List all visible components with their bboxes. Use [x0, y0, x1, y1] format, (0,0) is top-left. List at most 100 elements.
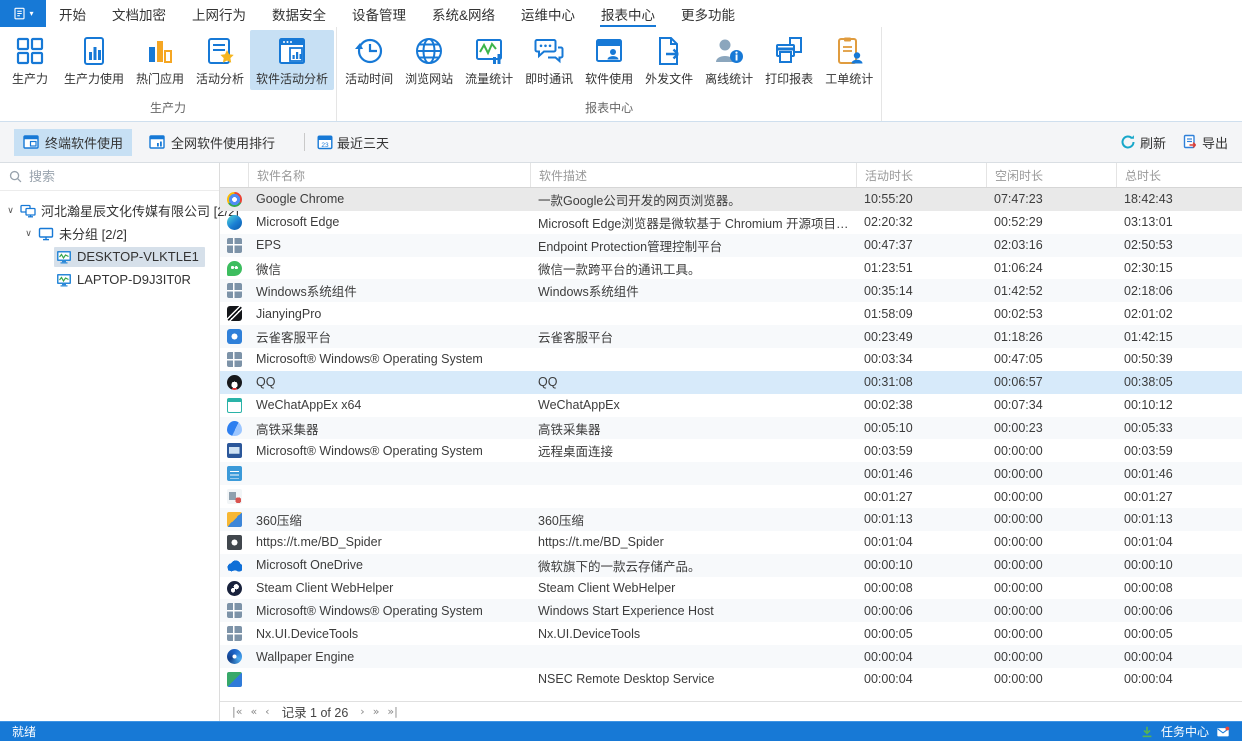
table-row[interactable]: WeChatAppEx x64WeChatAppEx00:02:3800:07:… [220, 394, 1242, 417]
table-row[interactable]: 00:01:2700:00:0000:01:27 [220, 485, 1242, 508]
ribbon-button-instant-messaging[interactable]: 即时通讯 [519, 30, 579, 90]
ribbon-button-label: 生产力 [12, 70, 48, 87]
cell-total: 03:13:01 [1116, 215, 1242, 229]
download-icon[interactable] [1140, 725, 1154, 739]
ribbon-button-offline-stats[interactable]: 离线统计 [699, 30, 759, 90]
ribbon-button-productivity[interactable]: 生产力 [2, 30, 58, 90]
table-row[interactable]: Microsoft® Windows® Operating System远程桌面… [220, 439, 1242, 462]
column-header-active[interactable]: 活动时长 [856, 163, 986, 187]
date-filter-button[interactable]: 23 最近三天 [317, 133, 389, 152]
menu-item-system-network[interactable]: 系统&网络 [419, 0, 508, 27]
software-usage-table-panel: 软件名称软件描述活动时长空闲时长总时长 Google Chrome一款Googl… [220, 163, 1242, 721]
cell-total: 00:01:46 [1116, 467, 1242, 481]
table-row[interactable]: Windows系统组件Windows系统组件00:35:1401:42:5202… [220, 279, 1242, 302]
table-row[interactable]: 高铁采集器高铁采集器00:05:1000:00:2300:05:33 [220, 417, 1242, 440]
ribbon-button-software-usage[interactable]: 软件使用 [579, 30, 639, 90]
table-row[interactable]: 微信微信一款跨平台的通讯工具。01:23:5101:06:2402:30:15 [220, 257, 1242, 280]
column-header-name[interactable]: 软件名称 [248, 163, 530, 187]
calculator-app-icon [227, 466, 242, 481]
menu-item-data-security[interactable]: 数据安全 [259, 0, 339, 27]
tree-node-label: LAPTOP-D9J3IT0R [77, 272, 191, 287]
table-row[interactable]: Microsoft OneDrive微软旗下的一款云存储产品。00:00:100… [220, 554, 1242, 577]
main-content: ∨河北瀚星辰文化传媒有限公司 [2/2]∨未分组 [2/2]DESKTOP-VL… [0, 163, 1242, 721]
tab-terminal-software-usage[interactable]: 终端软件使用 [14, 129, 132, 156]
ribbon-button-browsed-websites[interactable]: 浏览网站 [399, 30, 459, 90]
ribbon-button-print-report[interactable]: 打印报表 [759, 30, 819, 90]
tree-node-company[interactable]: ∨河北瀚星辰文化传媒有限公司 [2/2] [0, 199, 219, 222]
cell-active: 00:23:49 [856, 330, 986, 344]
column-header-desc[interactable]: 软件描述 [530, 163, 856, 187]
table-row[interactable]: https://t.me/BD_Spiderhttps://t.me/BD_Sp… [220, 531, 1242, 554]
export-button[interactable]: 导出 [1182, 133, 1228, 152]
terminal-icon [56, 272, 72, 288]
ribbon-button-productivity-usage[interactable]: 生产力使用 [58, 30, 130, 90]
pagination-last-button[interactable]: »| [383, 705, 401, 718]
menu-item-doc-encryption[interactable]: 文档加密 [99, 0, 179, 27]
table-row[interactable]: QQQQ00:31:0800:06:5700:38:05 [220, 371, 1242, 394]
ribbon-button-activity-analysis[interactable]: 活动分析 [190, 30, 250, 90]
cell-desc: 微软旗下的一款云存储产品。 [530, 556, 856, 575]
table-row[interactable]: 360压缩360压缩00:01:1300:00:0000:01:13 [220, 508, 1242, 531]
cell-idle: 00:00:00 [986, 444, 1116, 458]
tree-node-ungrouped[interactable]: ∨未分组 [2/2] [0, 222, 219, 245]
cell-desc: 一款Google公司开发的网页浏览器。 [530, 190, 856, 209]
task-center-button[interactable]: 任务中心 [1161, 723, 1209, 740]
pagination-fast-prev-button[interactable]: « [246, 705, 261, 718]
tree-collapse-arrow-icon[interactable]: ∨ [4, 205, 17, 216]
menu-item-ops-center[interactable]: 运维中心 [508, 0, 588, 27]
clipboard-user-icon [833, 35, 865, 67]
chat-icon [533, 35, 565, 67]
tree-collapse-arrow-icon[interactable]: ∨ [22, 228, 35, 239]
table-row[interactable]: JianyingPro01:58:0900:02:5302:01:02 [220, 302, 1242, 325]
table-row[interactable]: Microsoft® Windows® Operating System00:0… [220, 348, 1242, 371]
column-header-idle[interactable]: 空闲时长 [986, 163, 1116, 187]
table-row[interactable]: EPSEndpoint Protection管理控制平台00:47:3702:0… [220, 234, 1242, 257]
pagination-first-button[interactable]: |« [228, 705, 246, 718]
table-row[interactable]: NSEC Remote Desktop Service00:00:0400:00… [220, 668, 1242, 691]
mail-icon[interactable] [1216, 725, 1230, 739]
pagination-prev-button[interactable]: ‹ [261, 705, 273, 718]
cell-active: 00:03:34 [856, 352, 986, 366]
ribbon-button-outgoing-files[interactable]: 外发文件 [639, 30, 699, 90]
cell-total: 00:01:04 [1116, 535, 1242, 549]
table-row[interactable]: Microsoft EdgeMicrosoft Edge浏览器是微软基于 Chr… [220, 211, 1242, 234]
ribbon-button-traffic-stats[interactable]: 流量统计 [459, 30, 519, 90]
column-header-total[interactable]: 总时长 [1116, 163, 1242, 187]
table-row[interactable]: Nx.UI.DeviceToolsNx.UI.DeviceTools00:00:… [220, 622, 1242, 645]
ribbon-button-hot-apps[interactable]: 热门应用 [130, 30, 190, 90]
doc-star-icon [204, 35, 236, 67]
zip360-app-icon [227, 512, 242, 527]
table-row[interactable]: 00:01:4600:00:0000:01:46 [220, 462, 1242, 485]
menu-item-web-behavior[interactable]: 上网行为 [179, 0, 259, 27]
ribbon-button-active-time[interactable]: 活动时间 [339, 30, 399, 90]
tree-node-terminal-desktop-vlktle1[interactable]: DESKTOP-VLKTLE1 [0, 245, 219, 268]
cell-name: 高铁采集器 [248, 419, 530, 438]
table-row[interactable]: Google Chrome一款Google公司开发的网页浏览器。10:55:20… [220, 188, 1242, 211]
ribbon-button-ticket-stats[interactable]: 工单统计 [819, 30, 879, 90]
tree-node-terminal-laptop-d9j3it0r[interactable]: LAPTOP-D9J3IT0R [0, 268, 219, 291]
cell-active: 00:31:08 [856, 375, 986, 389]
wechatappex-app-icon [227, 398, 242, 413]
menu-item-report-center[interactable]: 报表中心 [588, 0, 668, 27]
search-input[interactable] [29, 169, 211, 184]
ribbon-button-software-activity-analysis[interactable]: 软件活动分析 [250, 30, 334, 90]
pagination-next-button[interactable]: › [356, 705, 368, 718]
table-row[interactable]: Wallpaper Engine00:00:0400:00:0000:00:04 [220, 645, 1242, 668]
app-menu-button[interactable]: ▾ [0, 0, 46, 27]
cell-total: 00:05:33 [1116, 421, 1242, 435]
refresh-button[interactable]: 刷新 [1120, 133, 1166, 152]
menu-item-start[interactable]: 开始 [46, 0, 99, 27]
yunque-app-icon [227, 329, 242, 344]
tab-network-software-ranking[interactable]: 全网软件使用排行 [140, 129, 284, 156]
menu-item-device-management[interactable]: 设备管理 [339, 0, 419, 27]
export-label: 导出 [1202, 133, 1228, 152]
pagination-fast-next-button[interactable]: » [369, 705, 384, 718]
table-row[interactable]: Microsoft® Windows® Operating SystemWind… [220, 599, 1242, 622]
cell-idle: 00:06:57 [986, 375, 1116, 389]
cell-name: Google Chrome [248, 192, 530, 206]
table-row[interactable]: 云雀客服平台云雀客服平台00:23:4901:18:2601:42:15 [220, 325, 1242, 348]
tree-node-label: 河北瀚星辰文化传媒有限公司 [2/2] [41, 201, 239, 220]
table-row[interactable]: Steam Client WebHelperSteam Client WebHe… [220, 577, 1242, 600]
windows-app-icon [227, 283, 242, 298]
menu-item-more-features[interactable]: 更多功能 [668, 0, 748, 27]
